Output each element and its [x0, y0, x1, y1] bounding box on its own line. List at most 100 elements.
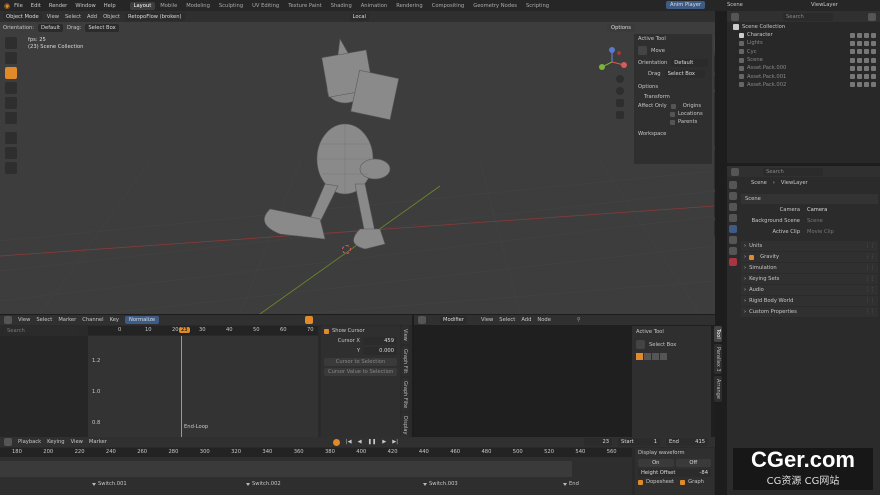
- section-audio[interactable]: › Audio ⋮⋮: [741, 285, 878, 296]
- select-mode-subtract-icon[interactable]: [652, 353, 659, 360]
- outliner-item[interactable]: Lights: [727, 39, 880, 47]
- exclude-checkbox-icon[interactable]: [850, 82, 855, 88]
- tab-scripting[interactable]: Scripting: [522, 2, 553, 10]
- exclude-checkbox-icon[interactable]: [850, 32, 855, 38]
- parents-checkbox[interactable]: [670, 119, 675, 125]
- outliner-item[interactable]: Cyc: [727, 48, 880, 56]
- timeline-menu-playback[interactable]: Playback: [18, 439, 41, 445]
- exclude-checkbox-icon[interactable]: [850, 40, 855, 46]
- rotate-tool-icon[interactable]: [5, 82, 17, 94]
- transform-tool-icon[interactable]: [5, 112, 17, 124]
- camera-icon[interactable]: [871, 32, 876, 38]
- eye-icon[interactable]: [864, 82, 869, 88]
- show-cursor-checkbox[interactable]: [324, 328, 329, 334]
- current-frame-badge[interactable]: 23: [179, 327, 190, 333]
- graph-editor-icon[interactable]: [4, 316, 12, 324]
- camera-icon[interactable]: [871, 40, 876, 46]
- side-tab-bone-dynamics-pro[interactable]: Bone Dynamics Pro: [714, 92, 715, 147]
- outliner-item[interactable]: Scene: [727, 56, 880, 64]
- camera-field[interactable]: Camera: [804, 205, 874, 214]
- outliner-item[interactable]: Asset.Pack.000: [727, 64, 880, 72]
- drag-handle-icon[interactable]: ⋮⋮: [865, 265, 875, 271]
- viewport-3d[interactable]: Object Mode View Select Add Object RetopoFl…: [0, 11, 715, 314]
- filter-icon[interactable]: [868, 12, 876, 21]
- select-arrow-icon[interactable]: [857, 49, 862, 55]
- play-reverse-icon[interactable]: ◀: [358, 439, 362, 445]
- measure-tool-icon[interactable]: [5, 147, 17, 159]
- drag-handle-icon[interactable]: ⋮⋮: [865, 243, 875, 249]
- menu-render[interactable]: Render: [49, 3, 67, 9]
- 3d-cursor-icon[interactable]: [342, 245, 351, 254]
- outliner-item[interactable]: Asset.Pack.001: [727, 72, 880, 80]
- side-tab-view[interactable]: View: [714, 54, 715, 73]
- workspace-heading[interactable]: Workspace: [634, 126, 712, 142]
- outliner-editor-icon[interactable]: [731, 12, 739, 21]
- node-editor-icon[interactable]: [418, 316, 426, 324]
- panel-orientation-selector[interactable]: Default: [671, 59, 708, 67]
- select-mode-new-icon[interactable]: [636, 353, 643, 360]
- cursor-to-selection-button[interactable]: Cursor to Selection: [324, 358, 397, 366]
- select-arrow-icon[interactable]: [857, 32, 862, 38]
- camera-icon[interactable]: [871, 82, 876, 88]
- graph-side-tab-graph-filt[interactable]: Graph Filt: [401, 345, 409, 377]
- section-simulation[interactable]: › Simulation ⋮⋮: [741, 263, 878, 274]
- background-scene-field[interactable]: Scene: [804, 216, 874, 225]
- annotate-tool-icon[interactable]: [5, 132, 17, 144]
- tab-modeling[interactable]: Modeling: [182, 2, 214, 10]
- timeline-marker[interactable]: Switch.001: [92, 481, 127, 487]
- jump-end-icon[interactable]: ▶|: [392, 439, 398, 445]
- select-tool-icon[interactable]: [5, 37, 17, 49]
- active-tool-heading[interactable]: Active Tool: [634, 34, 712, 44]
- eye-icon[interactable]: [864, 40, 869, 46]
- scene-selector[interactable]: Scene: [727, 2, 743, 8]
- node-menu-node[interactable]: Node: [537, 317, 551, 323]
- timeline-marker[interactable]: Switch.002: [246, 481, 281, 487]
- camera-icon[interactable]: [871, 49, 876, 55]
- side-tab-tool[interactable]: Tool: [714, 37, 715, 53]
- blender-logo-icon[interactable]: ◉: [4, 2, 10, 10]
- transform-heading[interactable]: Transform: [634, 92, 712, 102]
- exclude-checkbox-icon[interactable]: [850, 74, 855, 80]
- graph-side-tab-view[interactable]: View: [401, 326, 409, 344]
- outliner-item[interactable]: Character: [727, 31, 880, 39]
- timeline-marker[interactable]: End: [563, 481, 579, 487]
- add-cube-tool-icon[interactable]: [5, 162, 17, 174]
- scene-tab-icon[interactable]: [729, 225, 737, 233]
- height-offset-field[interactable]: Height Offset -84: [638, 469, 711, 477]
- node-menu-select[interactable]: Select: [499, 317, 515, 323]
- cursor-tool-icon[interactable]: [5, 52, 17, 64]
- tab-geometry-nodes[interactable]: Geometry Nodes: [469, 2, 521, 10]
- viewlayer-selector[interactable]: ViewLayer: [811, 2, 838, 8]
- end-loop-marker[interactable]: End-Loop: [184, 424, 208, 430]
- play-icon[interactable]: ▶: [382, 439, 386, 445]
- drag-handle-icon[interactable]: ⋮⋮: [865, 287, 875, 293]
- select-arrow-icon[interactable]: [857, 65, 862, 71]
- node-menu-view[interactable]: View: [481, 317, 493, 323]
- section-rigid-body-world[interactable]: › Rigid Body World ⋮⋮: [741, 296, 878, 307]
- normalize-toggle[interactable]: Normalize: [124, 316, 160, 324]
- tool-tab-icon[interactable]: [729, 181, 737, 189]
- node-side-tab-tool[interactable]: Tool: [714, 326, 722, 342]
- camera-view-icon[interactable]: [616, 99, 624, 107]
- pin-icon[interactable]: ⚲: [577, 317, 581, 323]
- node-active-tool-heading[interactable]: Active Tool: [632, 326, 711, 338]
- select-arrow-icon[interactable]: [857, 82, 862, 88]
- section-gravity[interactable]: › Gravity ⋮⋮: [741, 252, 878, 263]
- waveform-off-button[interactable]: Off: [675, 459, 711, 467]
- cursor-y-field[interactable]: 0.000: [363, 347, 397, 355]
- cursor-value-to-selection-button[interactable]: Cursor Value to Selection: [324, 368, 397, 376]
- select-arrow-icon[interactable]: [857, 74, 862, 80]
- side-tab-quad-remesh[interactable]: Quad Remesh: [714, 148, 715, 190]
- eye-icon[interactable]: [864, 65, 869, 71]
- scene-collection-label[interactable]: Scene Collection: [742, 24, 785, 30]
- section-keying-sets[interactable]: › Keying Sets ⋮⋮: [741, 274, 878, 285]
- graph-search-input[interactable]: Search: [4, 326, 79, 335]
- pause-icon[interactable]: ❚❚: [368, 439, 377, 445]
- exclude-checkbox-icon[interactable]: [850, 57, 855, 63]
- select-arrow-icon[interactable]: [857, 57, 862, 63]
- graph-menu-marker[interactable]: Marker: [58, 317, 76, 323]
- dopesheet-checkbox[interactable]: [638, 479, 643, 485]
- menu-edit[interactable]: Edit: [31, 3, 41, 9]
- zoom-icon[interactable]: [616, 75, 624, 83]
- world-tab-icon[interactable]: [729, 236, 737, 244]
